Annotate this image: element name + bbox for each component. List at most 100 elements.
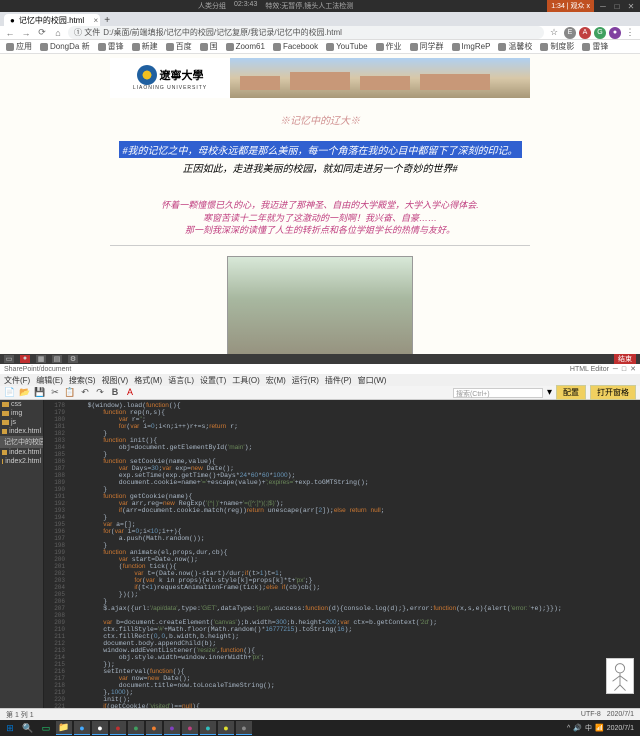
menu-item[interactable]: 编辑(E)	[36, 375, 63, 386]
new-tab-button[interactable]: +	[100, 15, 114, 26]
file-tree-item[interactable]: css	[0, 400, 43, 409]
menu-item[interactable]: 窗口(W)	[358, 375, 387, 386]
recorder-status: 人类分组 02:3:43 特效:无暂停,镜头人工法检测	[198, 1, 353, 11]
menu-item[interactable]: 文件(F)	[4, 375, 30, 386]
file-tree-item[interactable]: index2.html	[0, 457, 43, 466]
taskbar-app[interactable]: ●	[92, 721, 108, 735]
taskbar-app[interactable]: ●	[164, 721, 180, 735]
bookmark-item[interactable]: 百度	[166, 41, 192, 52]
taskbar-app[interactable]: ●	[110, 721, 126, 735]
ide-maximize-icon[interactable]: □	[622, 366, 626, 373]
redo-icon[interactable]: ↷	[94, 387, 106, 399]
copy-icon[interactable]: 📋	[64, 387, 76, 399]
bookmark-item[interactable]: 雷锋	[582, 41, 608, 52]
file-tree-item[interactable]: index.html	[0, 427, 43, 436]
menu-item[interactable]: 工具(O)	[232, 375, 260, 386]
devtool-btn[interactable]: ⚙	[68, 355, 78, 363]
url-input[interactable]: ① 文件 D:/桌面/前端填报/记忆中的校园/记忆复原/我记录/记忆中的校园.h…	[68, 26, 544, 39]
forward-button[interactable]: →	[20, 28, 32, 38]
search-nav-icon[interactable]: ▾	[547, 387, 552, 398]
taskbar-app[interactable]: 🔍	[20, 721, 36, 735]
star-icon[interactable]: ☆	[548, 27, 560, 38]
end-button[interactable]: 结束	[614, 354, 636, 364]
code-content[interactable]: $(window).load(function(){ function rep(…	[68, 400, 640, 708]
config-button[interactable]: 配置	[556, 385, 586, 400]
taskbar-app[interactable]: ●	[74, 721, 90, 735]
tray-item[interactable]: 🔊	[573, 724, 582, 732]
taskbar-app[interactable]: ●	[218, 721, 234, 735]
code-editor[interactable]: 178 179 180 181 182 183 184 185 186 187 …	[44, 400, 640, 708]
menu-item[interactable]: 插件(P)	[325, 375, 352, 386]
reload-button[interactable]: ⟳	[36, 27, 48, 38]
taskbar-app[interactable]: ●	[236, 721, 252, 735]
cut-icon[interactable]: ✂	[49, 387, 61, 399]
system-tray[interactable]: ^🔊中📶2020/7/1	[567, 723, 638, 733]
bookmark-item[interactable]: Facebook	[273, 42, 318, 51]
tray-item[interactable]: 中	[585, 723, 592, 733]
bookmark-item[interactable]: 新建	[132, 41, 158, 52]
file-tree-item[interactable]: 记忆中的校园	[0, 436, 43, 448]
back-button[interactable]: ←	[4, 28, 16, 38]
record-icon[interactable]: ●	[20, 355, 30, 363]
url-path: D:/桌面/前端填报/记忆中的校园/记忆复原/我记录/记忆中的校园.html	[103, 27, 342, 38]
bookmark-item[interactable]: 作业	[376, 41, 402, 52]
ext-icon[interactable]: E	[564, 27, 576, 39]
home-button[interactable]: ⌂	[52, 28, 64, 38]
bookmark-item[interactable]: YouTube	[326, 42, 367, 51]
ide-search-input[interactable]: 搜索(Ctrl+)	[453, 388, 543, 398]
devtool-btn[interactable]: ▤	[52, 355, 62, 363]
taskbar-app[interactable]: ●	[200, 721, 216, 735]
inspect-icon[interactable]: ▭	[4, 355, 14, 363]
menu-item[interactable]: 设置(T)	[200, 375, 226, 386]
new-file-icon[interactable]: 📄	[4, 387, 16, 399]
taskbar-app[interactable]: ●	[128, 721, 144, 735]
bookmark-item[interactable]: 雷锋	[98, 41, 124, 52]
tray-item[interactable]: 📶	[595, 724, 604, 732]
tray-item[interactable]: ^	[567, 725, 570, 732]
menu-item[interactable]: 格式(M)	[134, 375, 162, 386]
bookmark-item[interactable]: 应用	[6, 41, 32, 52]
minimize-button[interactable]: ─	[598, 2, 608, 10]
bookmark-item[interactable]: ImgReP	[452, 42, 491, 51]
ext-icon[interactable]: A	[579, 27, 591, 39]
profile-avatar[interactable]: ●	[609, 27, 621, 39]
open-pane-button[interactable]: 打开窗格	[590, 385, 636, 400]
bookmark-item[interactable]: Zoom61	[226, 42, 265, 51]
bookmark-item[interactable]: 温馨校	[498, 41, 532, 52]
taskbar-app[interactable]: ●	[146, 721, 162, 735]
menu-icon[interactable]: ⋮	[624, 27, 636, 39]
undo-icon[interactable]: ↶	[79, 387, 91, 399]
bookmark-item[interactable]: 制度影	[540, 41, 574, 52]
save-icon[interactable]: 💾	[34, 387, 46, 399]
bookmark-item[interactable]: 国	[200, 41, 218, 52]
open-icon[interactable]: 📂	[19, 387, 31, 399]
menu-item[interactable]: 语言(L)	[168, 375, 194, 386]
ext-icon[interactable]: G	[594, 27, 606, 39]
assistant-mascot-icon[interactable]	[606, 658, 634, 694]
devtool-btn[interactable]: ▦	[36, 355, 46, 363]
ide-close-icon[interactable]: ✕	[630, 365, 636, 373]
file-tree-item[interactable]: index.html	[0, 448, 43, 457]
tab-close-icon[interactable]: ×	[94, 16, 99, 25]
menu-item[interactable]: 视图(V)	[102, 375, 129, 386]
menu-item[interactable]: 宏(M)	[266, 375, 286, 386]
menu-item[interactable]: 搜索(S)	[69, 375, 96, 386]
taskbar-app[interactable]: 📁	[56, 721, 72, 735]
ide-minimize-icon[interactable]: ─	[613, 366, 618, 373]
file-tree-item[interactable]: js	[0, 418, 43, 427]
bookmark-item[interactable]: 同学群	[410, 41, 444, 52]
taskbar-app[interactable]: ⊞	[2, 721, 18, 735]
maximize-button[interactable]: □	[612, 2, 622, 10]
menu-item[interactable]: 运行(R)	[292, 375, 319, 386]
color-icon[interactable]: A	[124, 387, 136, 399]
ide-file-tree[interactable]: cssimgjsindex.html记忆中的校园index.htmlindex2…	[0, 400, 44, 708]
bookmark-item[interactable]: DongDa 新	[40, 41, 90, 52]
taskbar-app[interactable]: ▭	[38, 721, 54, 735]
tray-item[interactable]: 2020/7/1	[607, 725, 634, 732]
extension-icons: E A G ● ⋮	[564, 27, 636, 39]
close-button[interactable]: ✕	[626, 2, 636, 10]
file-tree-item[interactable]: img	[0, 409, 43, 418]
bold-icon[interactable]: B	[109, 387, 121, 399]
browser-tab-active[interactable]: ● 记忆中的校园.html ×	[4, 14, 100, 26]
taskbar-app[interactable]: ●	[182, 721, 198, 735]
